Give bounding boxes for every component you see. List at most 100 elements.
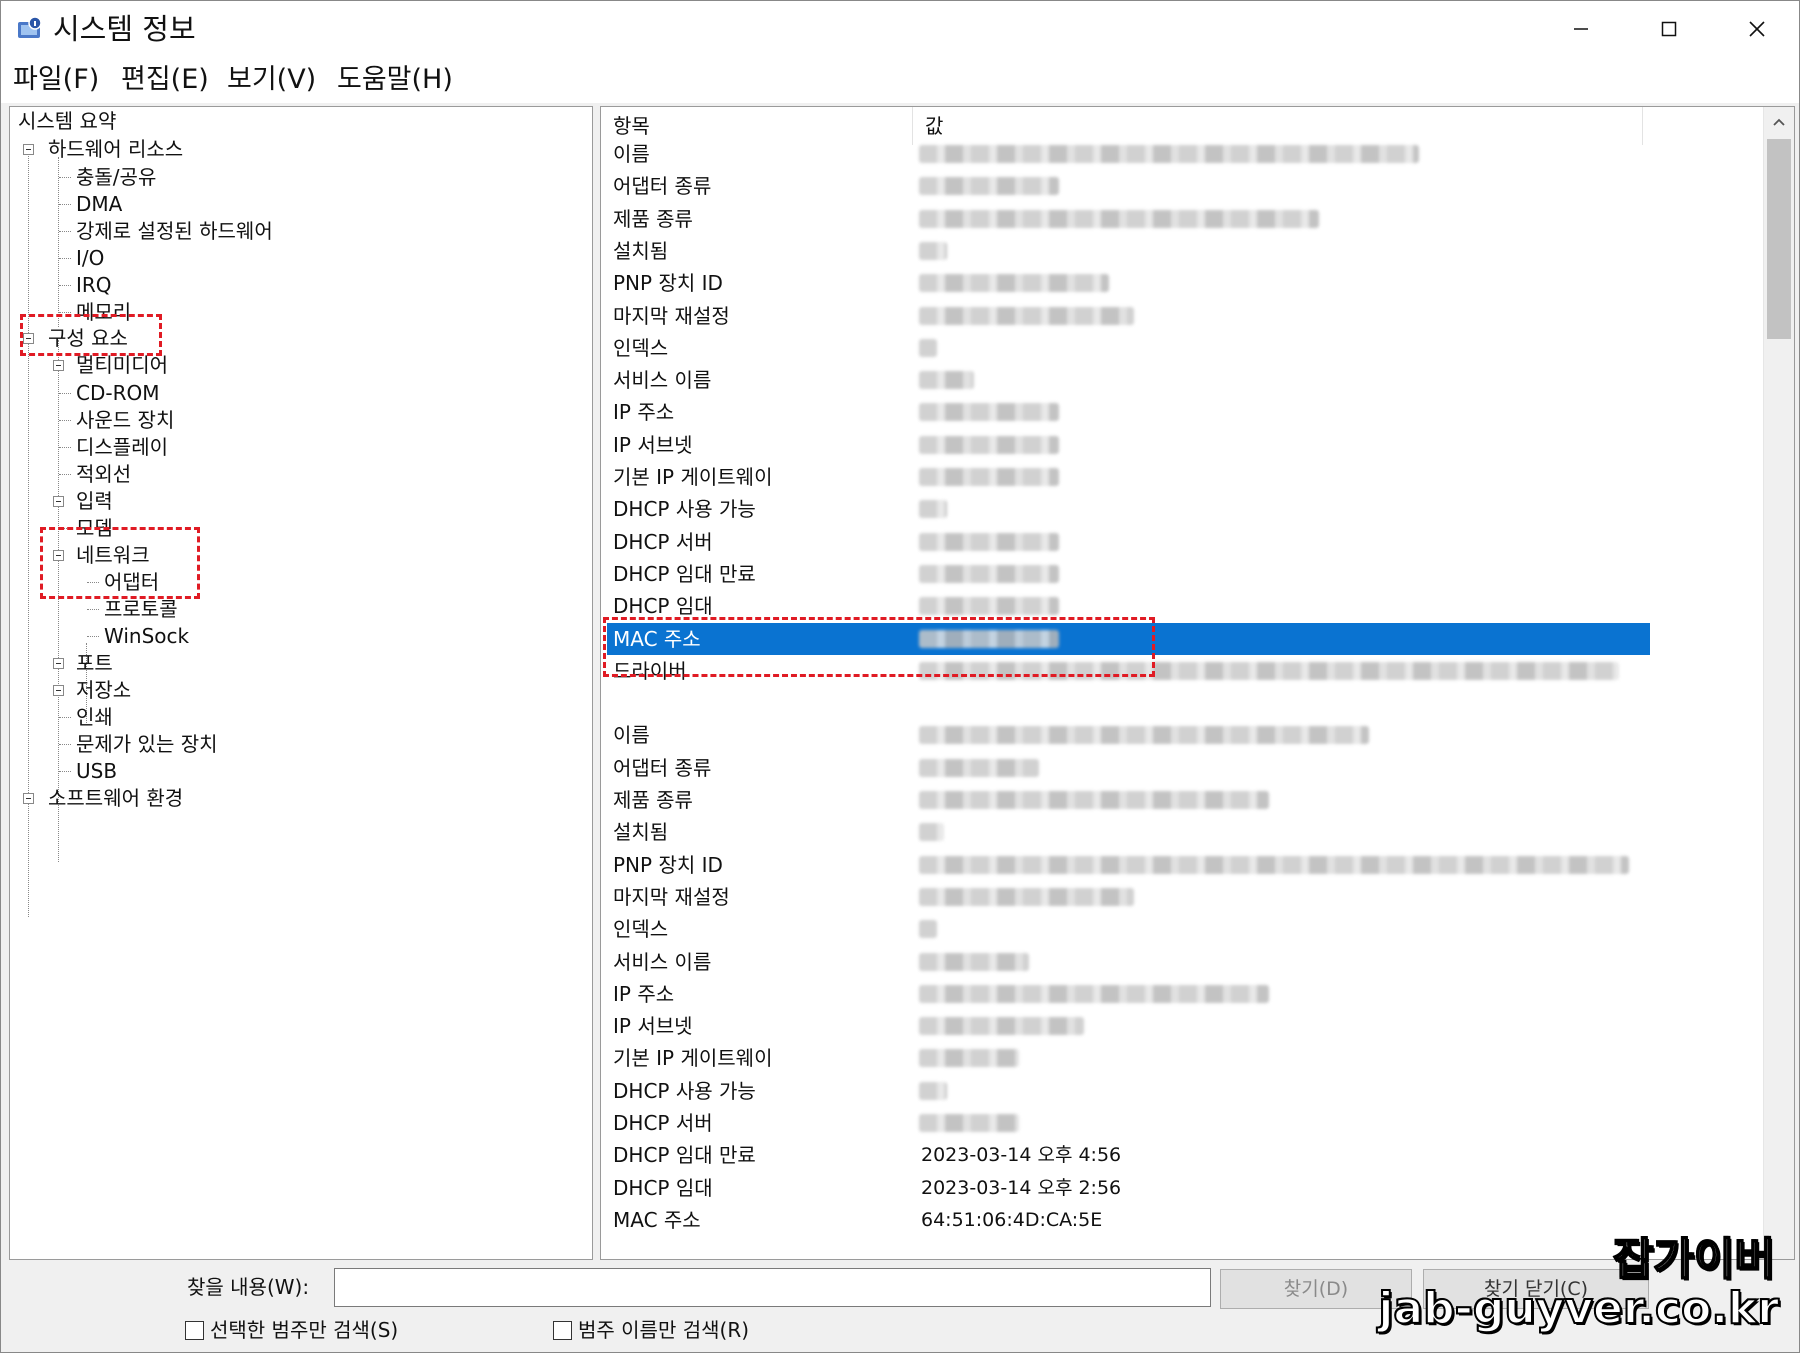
row-label[interactable]: 서비스 이름 [613, 365, 711, 395]
minimize-icon [1574, 28, 1588, 30]
search-label: 찾을 내용(W): [187, 1275, 310, 1299]
tree-modem[interactable]: 모뎀 [76, 514, 113, 542]
watermark-text: 잡가이버 [1612, 1233, 1776, 1286]
redacted-value [919, 500, 947, 519]
tree-display[interactable]: 디스플레이 [76, 433, 168, 461]
row-label[interactable]: 서비스 이름 [613, 947, 711, 977]
minimize-button[interactable] [1537, 1, 1625, 57]
tree-network[interactable]: 네트워크 [76, 541, 150, 569]
tree-storage[interactable]: 저장소 [76, 676, 131, 704]
vertical-scrollbar[interactable] [1763, 107, 1794, 1259]
row-label[interactable]: MAC 주소 [613, 1205, 701, 1235]
tree-winsock[interactable]: WinSock [104, 622, 189, 650]
tree-connector [59, 420, 71, 421]
tree-forced-hardware[interactable]: 강제로 설정된 하드웨어 [76, 217, 273, 245]
scroll-up-button[interactable] [1764, 107, 1794, 137]
collapse-icon[interactable] [23, 144, 34, 155]
tree-software-environment[interactable]: 소프트웨어 환경 [48, 784, 183, 812]
redacted-value [919, 629, 1059, 648]
tree-connector [59, 528, 71, 529]
tree-sound-devices[interactable]: 사운드 장치 [76, 406, 174, 434]
row-label[interactable]: IP 서브넷 [613, 1011, 693, 1041]
expand-icon[interactable] [53, 685, 64, 696]
row-label[interactable]: PNP 장치 ID [613, 850, 723, 880]
tree-usb[interactable]: USB [76, 757, 117, 785]
row-label[interactable]: 이름 [613, 720, 650, 750]
row-label[interactable]: DHCP 임대 [613, 591, 713, 621]
close-button[interactable] [1713, 1, 1799, 57]
row-label[interactable]: 마지막 재설정 [613, 301, 730, 331]
category-tree[interactable]: 시스템 요약 하드웨어 리소스 충돌/공유 DMA 강제로 설정된 하드웨어 I… [9, 106, 593, 1260]
tree-problem-devices[interactable]: 문제가 있는 장치 [76, 730, 218, 758]
redacted-value [919, 145, 1419, 163]
tree-cdrom[interactable]: CD-ROM [76, 379, 159, 407]
row-label[interactable]: 설치됨 [613, 817, 668, 847]
expand-icon[interactable] [23, 793, 34, 804]
row-label[interactable]: 어댑터 종류 [613, 171, 711, 201]
row-label[interactable]: DHCP 사용 가능 [613, 494, 756, 524]
menu-help[interactable]: 도움말(H) [337, 61, 453, 99]
column-header-value[interactable]: 값 [913, 107, 1643, 145]
checkbox-box[interactable] [185, 1320, 204, 1340]
expand-icon[interactable] [53, 658, 64, 669]
row-label[interactable]: 제품 종류 [613, 785, 693, 815]
tree-dma[interactable]: DMA [76, 190, 122, 218]
details-list[interactable]: 항목 값 이름 어댑터 종류 제품 종류 설치됨 PNP 장치 ID 마지막 재설정 인덱스… [600, 106, 1795, 1260]
tree-ports[interactable]: 포트 [76, 649, 113, 677]
row-label[interactable]: DHCP 사용 가능 [613, 1076, 756, 1106]
menu-view[interactable]: 보기(V) [227, 61, 316, 99]
search-input[interactable] [334, 1268, 1211, 1307]
menu-edit[interactable]: 편집(E) [121, 61, 209, 99]
expand-icon[interactable] [53, 360, 64, 371]
row-label[interactable]: 설치됨 [613, 236, 668, 266]
menu-file[interactable]: 파일(F) [13, 61, 99, 99]
row-value: 64:51:06:4D:CA:5E [921, 1208, 1103, 1231]
row-label[interactable]: IP 주소 [613, 979, 674, 1009]
tree-adapter[interactable]: 어댑터 [104, 568, 159, 596]
row-label[interactable]: 이름 [613, 139, 650, 169]
row-label[interactable]: MAC 주소 [613, 624, 701, 654]
row-label[interactable]: IP 주소 [613, 397, 674, 427]
row-label[interactable]: IP 서브넷 [613, 430, 693, 460]
row-label[interactable]: 드라이버 [613, 656, 687, 686]
tree-components[interactable]: 구성 요소 [48, 324, 128, 352]
row-label[interactable]: DHCP 서버 [613, 527, 713, 557]
row-label[interactable]: 기본 IP 게이트웨이 [613, 1043, 772, 1073]
expand-icon[interactable] [53, 496, 64, 507]
row-label[interactable]: DHCP 서버 [613, 1108, 713, 1138]
scrollbar-thumb[interactable] [1767, 139, 1791, 339]
checkbox-box[interactable] [553, 1320, 572, 1340]
tree-conflicts-sharing[interactable]: 충돌/공유 [76, 163, 156, 191]
redacted-value [919, 758, 1039, 777]
maximize-button[interactable] [1625, 1, 1713, 57]
row-label[interactable]: PNP 장치 ID [613, 268, 723, 298]
row-label[interactable]: DHCP 임대 [613, 1173, 713, 1203]
row-label[interactable]: DHCP 임대 만료 [613, 559, 756, 589]
collapse-icon[interactable] [53, 550, 64, 561]
tree-infrared[interactable]: 적외선 [76, 460, 131, 488]
tree-input[interactable]: 입력 [76, 487, 113, 515]
tree-printing[interactable]: 인쇄 [76, 703, 113, 731]
row-label[interactable]: DHCP 임대 만료 [613, 1140, 756, 1170]
search-selected-category-checkbox[interactable]: 선택한 범주만 검색(S) [185, 1315, 398, 1345]
tree-irq[interactable]: IRQ [76, 271, 112, 299]
tree-system-summary[interactable]: 시스템 요약 [18, 107, 116, 135]
row-label[interactable]: 인덱스 [613, 333, 668, 363]
system-information-window: 시스템 정보 파일(F) 편집(E) 보기(V) 도움말(H) 시스템 요약 하… [0, 0, 1800, 1353]
system-info-app-icon [18, 16, 42, 38]
row-label[interactable]: 제품 종류 [613, 204, 693, 234]
selected-row-highlight[interactable] [607, 622, 1650, 655]
tree-memory[interactable]: 메모리 [76, 298, 131, 326]
row-label[interactable]: 어댑터 종류 [613, 753, 711, 783]
search-category-names-checkbox[interactable]: 범주 이름만 검색(R) [553, 1315, 749, 1345]
tree-hardware-resources[interactable]: 하드웨어 리소스 [48, 135, 183, 163]
tree-io[interactable]: I/O [76, 244, 104, 272]
tree-protocol[interactable]: 프로토콜 [104, 595, 178, 623]
collapse-icon[interactable] [23, 333, 34, 344]
tree-multimedia[interactable]: 멀티미디어 [76, 351, 168, 379]
row-label[interactable]: 마지막 재설정 [613, 882, 730, 912]
row-label[interactable]: 인덱스 [613, 914, 668, 944]
row-label[interactable]: 기본 IP 게이트웨이 [613, 462, 772, 492]
tree-connector [59, 204, 71, 205]
redacted-value [919, 274, 1109, 293]
